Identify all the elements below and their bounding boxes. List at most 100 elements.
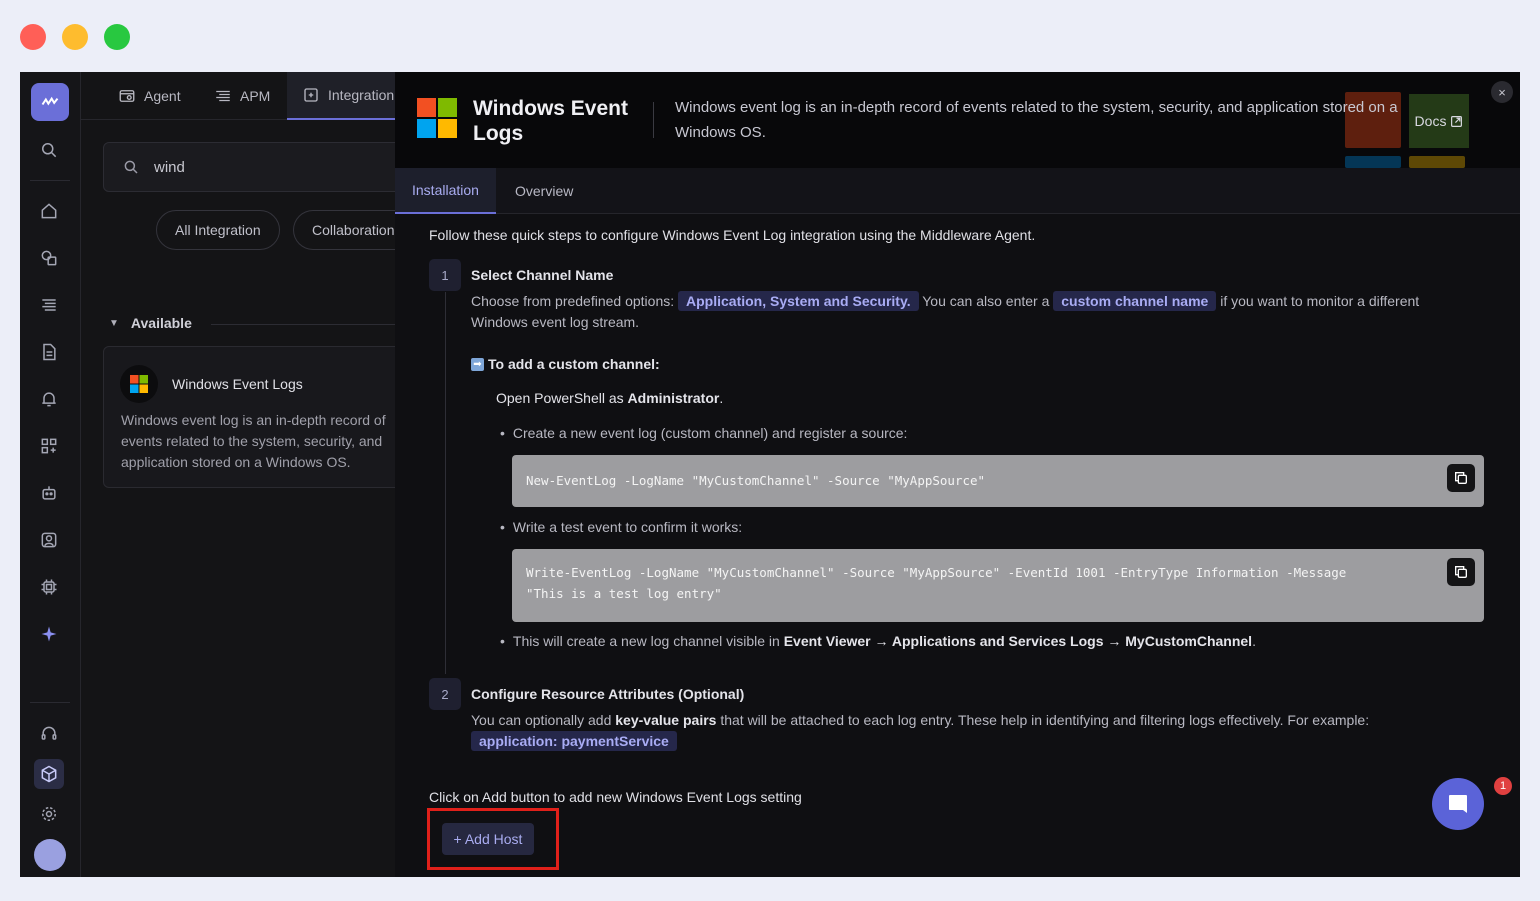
app-window: Agent APM Integration wind All Integrati…	[20, 72, 1520, 877]
search-input[interactable]: wind	[103, 142, 403, 192]
support-icon[interactable]	[34, 719, 64, 749]
custom-channel-heading: ➡ To add a custom channel:	[471, 354, 660, 375]
alerts-icon[interactable]	[34, 384, 64, 414]
step-connector	[445, 292, 446, 674]
code-line: "This is a test log entry"	[526, 586, 722, 601]
open-powershell-text: Open PowerShell as Administrator.	[496, 388, 723, 409]
bot-icon[interactable]	[34, 478, 64, 508]
search-icon	[124, 160, 138, 174]
docs-button[interactable]: Docs	[1409, 94, 1469, 148]
step-title: Configure Resource Attributes (Optional)	[471, 686, 745, 702]
window-controls	[20, 24, 130, 50]
available-section-header[interactable]: ▼ Available	[109, 315, 192, 331]
bullet-write-test: Write a test event to confirm it works:	[500, 517, 742, 538]
list-icon[interactable]	[34, 290, 64, 320]
text-span: .	[719, 390, 724, 406]
add-prompt: Click on Add button to add new Windows E…	[429, 789, 802, 805]
custom-channel-title: To add a custom channel:	[488, 356, 660, 372]
available-label: Available	[130, 315, 192, 331]
top-tabs: Agent APM Integration	[81, 72, 395, 120]
minimize-window-button[interactable]	[62, 24, 88, 50]
header-divider	[653, 102, 654, 138]
tab-apm-label: APM	[240, 88, 271, 104]
agent-icon	[119, 90, 135, 102]
step2-paragraph: You can optionally add key-value pairs t…	[471, 710, 1369, 731]
docs-label: Docs	[1414, 113, 1447, 129]
integration-drawer: Windows Event Logs Windows event log is …	[395, 72, 1520, 877]
chip-icon[interactable]	[34, 572, 64, 602]
dashboard-add-icon[interactable]	[34, 431, 64, 461]
copy-button[interactable]	[1447, 558, 1475, 586]
text-span: .	[1252, 633, 1256, 649]
text-span: Open PowerShell as	[496, 390, 628, 406]
close-window-button[interactable]	[20, 24, 46, 50]
settings-icon[interactable]	[34, 799, 64, 829]
logs-icon[interactable]	[34, 337, 64, 367]
tab-installation[interactable]: Installation	[395, 168, 496, 214]
code-block-new-eventlog: New-EventLog -LogName "MyCustomChannel" …	[512, 455, 1484, 507]
filter-all-integration[interactable]: All Integration	[156, 210, 280, 250]
tab-integration[interactable]: Integration	[287, 72, 395, 120]
section-divider	[211, 324, 401, 325]
close-drawer-button[interactable]: ×	[1491, 81, 1513, 103]
example-highlight: application: paymentService	[471, 731, 677, 751]
tab-overview[interactable]: Overview	[498, 168, 590, 214]
tab-agent-label: Agent	[144, 88, 181, 104]
tab-apm[interactable]: APM	[214, 72, 270, 120]
text-span: if you want to monitor a different	[1220, 293, 1420, 309]
arrow-right-icon: ➡	[471, 358, 484, 371]
apm-icon	[216, 90, 230, 102]
external-link-icon	[1451, 115, 1463, 127]
bullet-create-log: Create a new event log (custom channel) …	[500, 423, 908, 444]
step1-paragraph: Choose from predefined options: Applicat…	[471, 291, 1419, 312]
bullet-result: This will create a new log channel visib…	[500, 631, 1256, 652]
decor-tile	[1409, 156, 1465, 168]
card-title: Windows Event Logs	[172, 376, 303, 392]
card-desc-line: application stored on a Windows OS.	[121, 454, 351, 470]
tab-agent[interactable]: Agent	[118, 72, 181, 120]
code-line: New-EventLog -LogName "MyCustomChannel" …	[526, 473, 986, 488]
card-description: Windows event log is an in-depth record …	[121, 410, 411, 473]
maximize-window-button[interactable]	[104, 24, 130, 50]
add-host-button[interactable]: + Add Host	[442, 823, 534, 855]
text-span: key-value pairs	[615, 712, 717, 728]
card-desc-line: events related to the system, security, …	[121, 433, 383, 449]
text-span: You can optionally add	[471, 712, 616, 728]
integration-card-windows-event-logs[interactable]: Windows Event Logs Windows event log is …	[103, 346, 403, 488]
installation-content: Follow these quick steps to configure Wi…	[395, 214, 1520, 877]
step-number: 2	[429, 678, 461, 710]
infrastructure-icon[interactable]	[34, 243, 64, 273]
example-row: application: paymentService	[471, 731, 677, 752]
step-title: Select Channel Name	[471, 267, 614, 283]
text-span: Administrator	[627, 390, 720, 406]
user-monitor-icon[interactable]	[34, 525, 64, 555]
avatar[interactable]	[34, 839, 66, 871]
home-icon[interactable]	[34, 196, 64, 226]
caret-down-icon: ▼	[109, 317, 119, 329]
text-span: Event Viewer → Applications and Services…	[783, 633, 1253, 649]
drawer-tabs: Installation Overview	[395, 168, 1520, 214]
code-block-write-eventlog: Write-EventLog -LogName "MyCustomChannel…	[512, 549, 1484, 622]
copy-button[interactable]	[1447, 464, 1475, 492]
chat-launcher-button[interactable]	[1432, 778, 1484, 830]
integrations-panel: Agent APM Integration wind All Integrati…	[81, 72, 403, 877]
card-desc-line: Windows event log is an in-depth record …	[121, 412, 386, 428]
drawer-title: Windows Event Logs	[473, 97, 628, 145]
filter-collaboration[interactable]: Collaboration	[293, 210, 395, 250]
search-icon[interactable]	[34, 135, 64, 165]
windows-logo-icon	[120, 365, 158, 403]
rail-divider	[30, 702, 70, 703]
rail-divider	[30, 180, 70, 181]
text-span: Choose from predefined options:	[471, 293, 675, 309]
drawer-description: Windows event log is an in-depth record …	[675, 99, 1398, 141]
predefined-options-highlight: Application, System and Security.	[678, 291, 919, 311]
notification-badge: 1	[1494, 777, 1512, 795]
step-number: 1	[429, 259, 461, 291]
drawer-header: Windows Event Logs Windows event log is …	[395, 72, 1520, 168]
app-logo-icon[interactable]	[31, 83, 69, 121]
integration-icon	[304, 88, 318, 102]
copy-icon	[1455, 472, 1467, 484]
text-span: This will create a new log channel visib…	[512, 633, 784, 649]
integrations-icon[interactable]	[34, 759, 64, 789]
sparkle-icon[interactable]	[34, 619, 64, 649]
